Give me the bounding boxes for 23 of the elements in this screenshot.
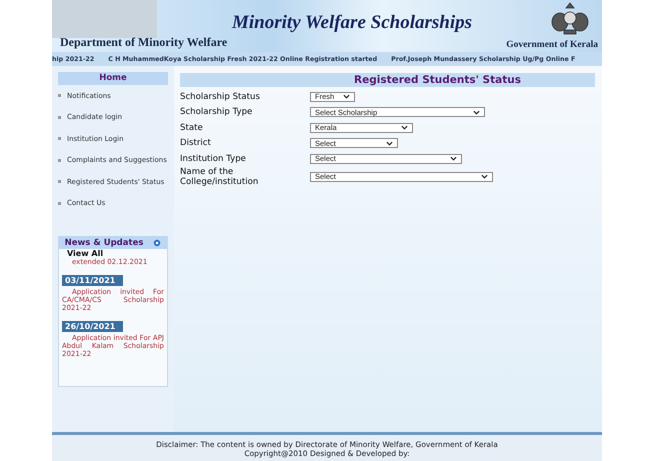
field-label: Scholarship Type	[180, 107, 254, 118]
form-title: Registered Students' Status	[180, 73, 595, 87]
site-title: Minority Welfare Scholarships	[232, 12, 472, 34]
view-all-link[interactable]: View All	[59, 249, 167, 258]
chevron-icon	[481, 174, 488, 179]
chevron-icon	[401, 125, 408, 130]
government-name: Government of Kerala	[506, 40, 598, 50]
home-link[interactable]: Home	[58, 72, 168, 85]
news-date: 26/10/2021	[62, 321, 123, 332]
field-label: Name of the College/institution	[180, 166, 260, 186]
emblem-icon	[550, 2, 590, 36]
chevron-icon	[450, 156, 457, 162]
chevron-icon	[473, 110, 480, 115]
field-label: Scholarship Status	[180, 92, 261, 102]
field-label: Institution Type	[180, 154, 247, 164]
news-title: News & Updates	[64, 238, 144, 248]
refresh-icon[interactable]	[153, 238, 162, 246]
field-label: District	[180, 138, 212, 148]
chevron-icon	[343, 94, 350, 100]
news-date: 03/11/2021	[62, 275, 123, 286]
field-label: State	[180, 122, 204, 133]
chevron-icon	[386, 140, 393, 146]
department-name: Department of Minority Welfare	[60, 35, 228, 50]
